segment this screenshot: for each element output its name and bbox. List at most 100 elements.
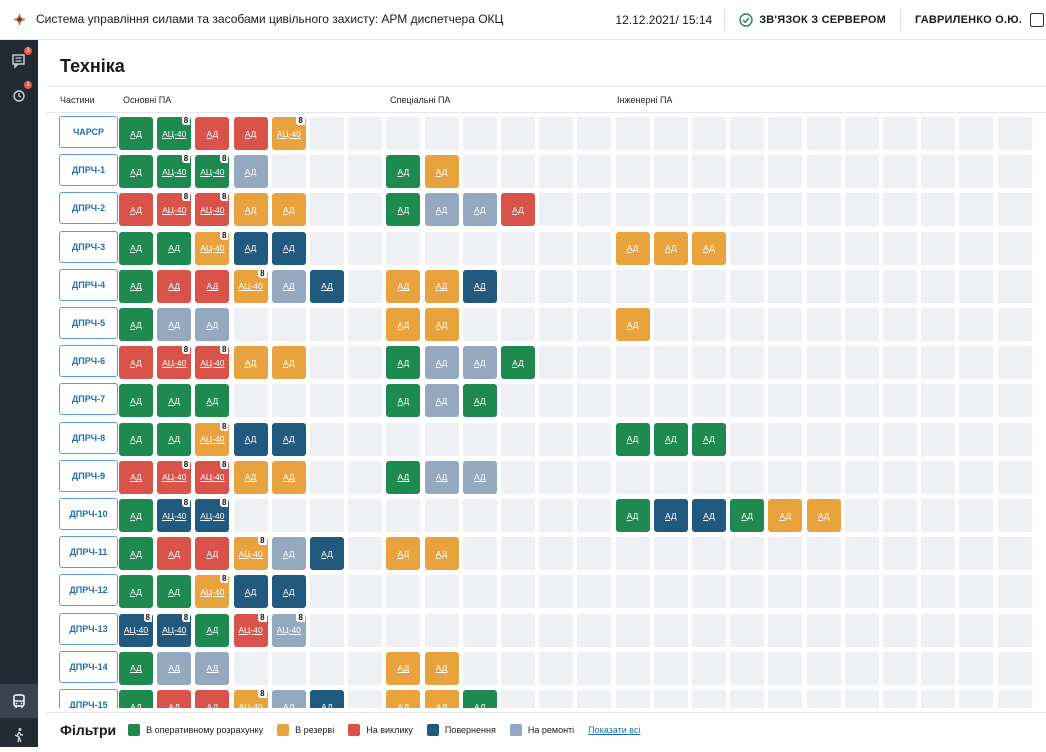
vehicle-tile[interactable]: АЦ-40 8 xyxy=(157,345,192,380)
filter-item[interactable]: В резерві xyxy=(277,724,334,736)
vehicle-tile[interactable]: АЦ-40 8 xyxy=(271,612,306,647)
vehicle-tile[interactable]: АД xyxy=(615,499,650,532)
vehicle-tile[interactable]: АД xyxy=(271,193,306,227)
vehicle-tile[interactable]: АД xyxy=(271,690,306,708)
vehicle-tile[interactable]: АД xyxy=(310,690,344,708)
sidebar-item-incidents[interactable]: 1 xyxy=(0,78,38,112)
vehicle-tile[interactable]: АЦ-40 8 xyxy=(157,116,192,150)
vehicle-tile[interactable]: АД xyxy=(119,460,153,494)
vehicle-tile[interactable]: АД xyxy=(233,155,268,189)
vehicle-tile[interactable]: АД xyxy=(424,651,459,685)
vehicle-tile[interactable]: АД xyxy=(806,499,841,532)
vehicle-tile[interactable]: АД xyxy=(424,460,459,494)
vehicle-tile[interactable]: АД xyxy=(462,193,497,227)
vehicle-tile[interactable]: АЦ-40 8 xyxy=(271,116,306,150)
vehicle-tile[interactable]: АЦ-40 8 xyxy=(157,154,192,189)
unit-button[interactable]: ДПРЧ-7 xyxy=(59,383,118,416)
vehicle-tile[interactable]: АД xyxy=(195,117,230,150)
vehicle-tile[interactable]: АД xyxy=(119,231,153,265)
vehicle-tile[interactable]: АД xyxy=(424,537,459,571)
vehicle-tile[interactable]: АД xyxy=(119,269,153,303)
unit-button[interactable]: ДПРЧ-5 xyxy=(59,307,118,339)
unit-button[interactable]: ДПРЧ-11 xyxy=(59,536,118,569)
vehicle-tile[interactable]: АД xyxy=(195,269,230,303)
vehicle-tile[interactable]: АД xyxy=(462,460,497,494)
vehicle-tile[interactable]: АД xyxy=(119,499,153,532)
vehicle-tile[interactable]: АД xyxy=(424,690,459,708)
vehicle-tile[interactable]: АЦ-40 8 xyxy=(119,612,153,647)
vehicle-tile[interactable]: АД xyxy=(462,346,497,380)
vehicle-tile[interactable]: АЦ-40 8 xyxy=(195,230,230,265)
vehicle-tile[interactable]: АЦ-40 8 xyxy=(233,268,268,303)
vehicle-tile[interactable]: АД xyxy=(768,499,803,532)
vehicle-tile[interactable]: АЦ-40 8 xyxy=(195,345,230,380)
filter-item[interactable]: Повернення xyxy=(426,724,496,736)
unit-button[interactable]: ДПРЧ-1 xyxy=(59,154,118,187)
vehicle-tile[interactable]: АД xyxy=(157,537,192,571)
vehicle-tile[interactable]: АД xyxy=(462,269,497,303)
filter-item[interactable]: В оперативному розрахунку xyxy=(128,724,263,736)
vehicle-tile[interactable]: АЦ-40 8 xyxy=(233,536,268,571)
vehicle-tile[interactable]: АД xyxy=(462,384,497,418)
vehicle-tile[interactable]: АД xyxy=(424,155,459,189)
vehicle-tile[interactable]: АД xyxy=(119,537,153,571)
unit-button[interactable]: ДПРЧ-3 xyxy=(59,230,118,263)
vehicle-tile[interactable]: АД xyxy=(119,422,153,456)
vehicle-tile[interactable]: АД xyxy=(424,193,459,227)
sidebar-item-messages[interactable]: 3 xyxy=(0,44,38,78)
vehicle-tile[interactable]: АД xyxy=(730,499,765,532)
show-all-link[interactable]: Показати всі xyxy=(588,725,640,735)
vehicle-tile[interactable]: АД xyxy=(386,460,421,494)
vehicle-tile[interactable]: АД xyxy=(157,575,192,609)
vehicle-tile[interactable]: АД xyxy=(653,422,688,456)
vehicle-tile[interactable]: АД xyxy=(386,346,421,380)
vehicle-tile[interactable]: АЦ-40 8 xyxy=(157,612,192,647)
vehicle-tile[interactable]: АД xyxy=(157,231,192,265)
filter-item[interactable]: На виклику xyxy=(348,724,413,736)
vehicle-tile[interactable]: АД xyxy=(386,193,421,227)
unit-button[interactable]: ДПРЧ-6 xyxy=(59,345,118,378)
vehicle-tile[interactable]: АД xyxy=(157,422,192,456)
vehicle-tile[interactable]: АЦ-40 8 xyxy=(233,612,268,647)
vehicle-tile[interactable]: АД xyxy=(119,690,153,708)
unit-button[interactable]: ДПРЧ-10 xyxy=(59,498,118,530)
vehicle-tile[interactable]: АД xyxy=(501,193,535,227)
unit-button[interactable]: ДПРЧ-4 xyxy=(59,268,118,301)
vehicle-tile[interactable]: АД xyxy=(271,460,306,494)
vehicle-tile[interactable]: АД xyxy=(310,269,344,303)
vehicle-tile[interactable]: АД xyxy=(119,155,153,189)
unit-button[interactable]: ДПРЧ-15 xyxy=(59,689,118,708)
vehicle-tile[interactable]: АД xyxy=(424,384,459,418)
vehicle-tile[interactable]: АД xyxy=(233,422,268,456)
vehicle-tile[interactable]: АД xyxy=(233,117,268,150)
vehicle-tile[interactable]: АД xyxy=(271,575,306,609)
vehicle-tile[interactable]: АД xyxy=(233,460,268,494)
vehicle-tile[interactable]: АД xyxy=(386,537,421,571)
vehicle-tile[interactable]: АД xyxy=(424,269,459,303)
vehicle-tile[interactable]: АЦ-40 8 xyxy=(157,498,192,532)
vehicle-tile[interactable]: АД xyxy=(195,308,230,341)
vehicle-tile[interactable]: АД xyxy=(462,690,497,708)
vehicle-tile[interactable]: АЦ-40 8 xyxy=(157,459,192,494)
vehicle-tile[interactable]: АД xyxy=(386,690,421,708)
vehicle-tile[interactable]: АД xyxy=(386,651,421,685)
vehicle-tile[interactable]: АД xyxy=(424,308,459,341)
vehicle-tile[interactable]: АД xyxy=(119,308,153,341)
vehicle-tile[interactable]: АД xyxy=(501,346,535,380)
vehicle-tile[interactable]: АЦ-40 8 xyxy=(195,421,230,456)
vehicle-tile[interactable]: АД xyxy=(615,231,650,265)
unit-button[interactable]: ДПРЧ-13 xyxy=(59,612,118,645)
vehicle-tile[interactable]: АД xyxy=(195,613,230,647)
vehicle-tile[interactable]: АЦ-40 8 xyxy=(195,459,230,494)
vehicle-tile[interactable]: АД xyxy=(195,537,230,571)
vehicle-tile[interactable]: АД xyxy=(692,499,726,532)
vehicle-tile[interactable]: АД xyxy=(386,384,421,418)
vehicle-tile[interactable]: АЦ-40 8 xyxy=(195,574,230,609)
vehicle-tile[interactable]: АД xyxy=(692,422,726,456)
vehicle-tile[interactable]: АД xyxy=(119,193,153,227)
vehicle-tile[interactable]: АД xyxy=(157,308,192,341)
vehicle-tile[interactable]: АД xyxy=(386,269,421,303)
vehicle-tile[interactable]: АД xyxy=(271,537,306,571)
vehicle-tile[interactable]: АД xyxy=(119,575,153,609)
filter-item[interactable]: На ремонті xyxy=(509,724,574,736)
